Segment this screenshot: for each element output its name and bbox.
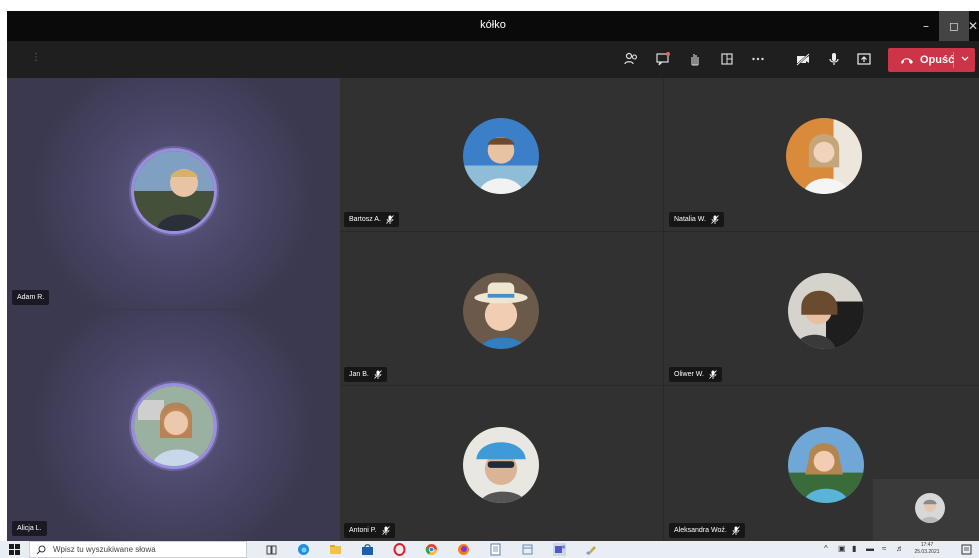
teams-icon[interactable] — [553, 543, 566, 556]
participant-name-tag: Aleksandra Woź. — [669, 523, 745, 538]
breakout-rooms-button[interactable] — [716, 48, 738, 70]
mic-muted-icon — [386, 215, 394, 224]
maximize-button[interactable]: ◻ — [939, 11, 969, 41]
participant-name-tag: Antoni P. — [344, 523, 395, 538]
camera-toggle-button[interactable] — [792, 48, 814, 70]
windows-start-icon[interactable] — [9, 544, 20, 555]
participant-name-tag: Jan B. — [344, 367, 387, 382]
video-tile-large[interactable]: Alicja L. — [7, 310, 340, 541]
participant-avatar — [463, 273, 539, 349]
participant-avatar — [131, 148, 217, 234]
microphone-button[interactable] — [823, 48, 845, 70]
drag-handle-icon: ⋮ — [31, 52, 41, 63]
hang-up-icon — [901, 58, 913, 64]
participant-name-tag: Alicja L. — [12, 521, 47, 536]
tray-network-icon[interactable]: ▣ — [838, 544, 846, 553]
notepad-icon[interactable] — [489, 543, 502, 556]
notifications-icon[interactable] — [961, 544, 972, 555]
close-button[interactable]: ✕ — [967, 11, 979, 41]
windows-taskbar: Wpisz tu wyszukiwane słowa ^ ▣ ▮ ▬ ≈ ♬ 1… — [0, 541, 979, 558]
firefox-icon[interactable] — [457, 543, 470, 556]
title-bar: kółko – ◻ ✕ — [7, 11, 979, 41]
participant-name-tag: Oliwer W. — [669, 367, 722, 382]
clock-date: 25.03.2021 — [914, 549, 940, 555]
video-tile[interactable]: Oliwer W. — [664, 232, 979, 385]
mic-muted-icon — [709, 370, 717, 379]
task-view-icon[interactable] — [265, 543, 278, 556]
more-options-button[interactable] — [747, 48, 769, 70]
taskbar-search-box[interactable]: Wpisz tu wyszukiwane słowa — [29, 541, 247, 558]
edge-browser-icon[interactable] — [297, 543, 310, 556]
participant-name-tag: Natalia W. — [669, 212, 724, 227]
video-tile[interactable]: Bartosz A. — [340, 78, 663, 231]
participants-button[interactable] — [620, 48, 642, 70]
paint-icon[interactable] — [585, 543, 598, 556]
chevron-down-icon[interactable] — [959, 52, 971, 66]
window-title: kółko — [480, 19, 506, 31]
microphone-icon — [829, 53, 839, 65]
rooms-icon — [721, 53, 733, 65]
meeting-controls-bar: ⋮ Opuść — [7, 41, 979, 78]
tray-wifi-icon[interactable]: ≈ — [882, 544, 886, 553]
store-icon[interactable] — [361, 543, 374, 556]
document-app-icon[interactable] — [521, 543, 534, 556]
video-tile[interactable]: Antoni P. — [340, 386, 663, 541]
minimize-button[interactable]: – — [911, 11, 941, 41]
file-explorer-icon[interactable] — [329, 543, 342, 556]
clock-time: 17:47 — [920, 542, 934, 548]
participant-name-tag: Bartosz A. — [344, 212, 399, 227]
chrome-icon[interactable] — [425, 543, 438, 556]
more-options-icon — [752, 57, 764, 61]
video-tile[interactable]: Jan B. — [340, 232, 663, 385]
search-icon — [36, 545, 46, 554]
raise-hand-button[interactable] — [684, 48, 706, 70]
tray-battery-icon[interactable]: ▬ — [866, 544, 874, 553]
self-avatar — [915, 493, 945, 523]
opera-icon[interactable] — [393, 543, 406, 556]
share-screen-button[interactable] — [853, 48, 875, 70]
chat-icon — [656, 52, 670, 66]
mic-muted-icon — [374, 370, 382, 379]
tray-chevron-up-icon[interactable]: ^ — [824, 544, 828, 553]
leave-meeting-button[interactable]: Opuść — [888, 48, 975, 72]
participant-avatar — [131, 383, 217, 469]
participant-avatar — [788, 273, 864, 349]
participant-name-tag: Adam R. — [12, 290, 50, 305]
mic-muted-icon — [381, 526, 390, 535]
tray-usb-icon[interactable]: ▮ — [852, 544, 856, 553]
participant-avatar — [463, 118, 539, 194]
leave-separator — [953, 52, 954, 68]
raise-hand-icon — [691, 54, 699, 66]
participant-avatar — [463, 427, 539, 503]
tray-volume-icon[interactable]: ♬ — [896, 544, 904, 553]
participant-avatar — [786, 118, 862, 194]
participant-avatar — [788, 427, 864, 503]
mic-muted-icon — [731, 526, 740, 535]
camera-off-icon — [796, 53, 810, 66]
mic-muted-icon — [711, 215, 719, 224]
left-video-pane: Adam R. Alicja L. — [7, 78, 340, 541]
video-tile[interactable]: Natalia W. — [664, 78, 979, 231]
leave-label: Opuść — [920, 54, 955, 66]
video-stage: Adam R. Alicja L. Bartosz A. Natalia W. — [7, 78, 979, 541]
chat-button[interactable] — [652, 48, 674, 70]
teams-meeting-window: kółko – ◻ ✕ ⋮ Opuść Adam R. Alicja L. Ba… — [7, 11, 979, 541]
taskbar-clock[interactable]: 17:47 25.03.2021 — [912, 542, 942, 556]
search-placeholder: Wpisz tu wyszukiwane słowa — [53, 545, 156, 554]
share-screen-icon — [857, 53, 871, 65]
self-view-tile[interactable] — [873, 479, 979, 541]
video-tile-large[interactable]: Adam R. — [7, 78, 340, 309]
participants-icon — [624, 52, 638, 65]
